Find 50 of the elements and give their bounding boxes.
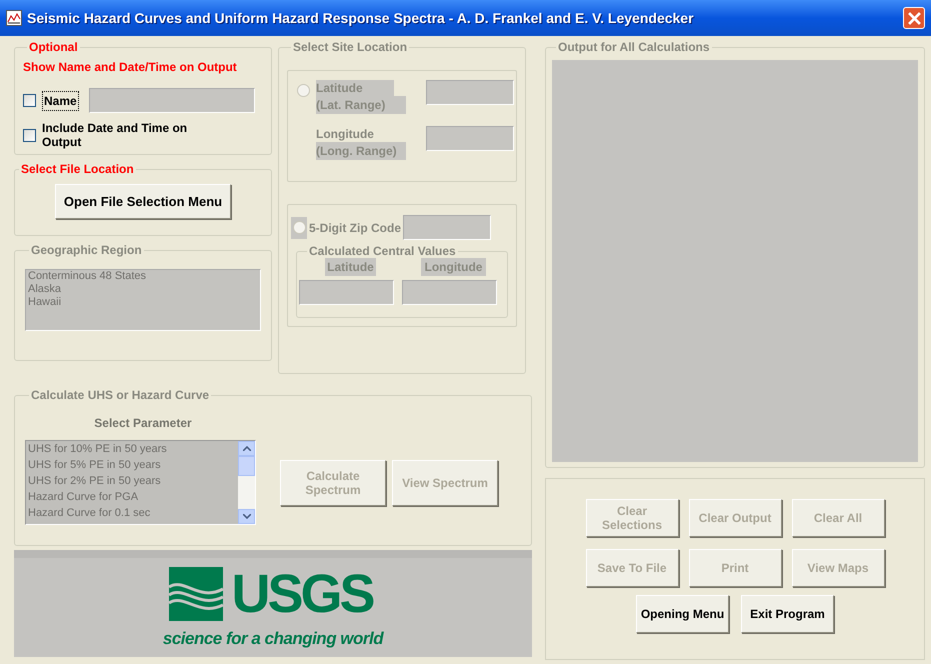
list-item[interactable]: Hazard Curve for PGA [28, 489, 236, 505]
list-item[interactable]: UHS for 5% PE in 50 years [28, 457, 236, 473]
field-label: (Long. Range) [316, 142, 406, 160]
region-list[interactable]: Conterminous 48 States Alaska Hawaii [25, 269, 261, 331]
group-title: Select File Location [20, 161, 135, 178]
list-heading: Select Parameter [94, 415, 192, 432]
field-label: Latitude [316, 80, 394, 96]
scroll-down-icon[interactable] [238, 509, 255, 524]
list-item[interactable]: Alaska [28, 283, 258, 296]
checkbox[interactable] [23, 94, 36, 107]
scroll-up-icon[interactable] [238, 441, 255, 456]
logo-wordmark: USGS [231, 564, 374, 624]
longitude-field[interactable] [426, 126, 514, 151]
list-item[interactable]: Hazard Curve for 0.1 sec [28, 505, 236, 521]
list-item[interactable]: UHS for 2% PE in 50 years [28, 473, 236, 489]
field-label: Longitude [316, 126, 375, 142]
window-title: Seismic Hazard Curves and Uniform Hazard Response Spectra - A. D. Frankel and E. V. Leyendecker [27, 8, 694, 28]
column-label: Latitude [325, 258, 376, 276]
scroll-bar[interactable] [238, 441, 255, 524]
list-item[interactable]: UHS for 10% PE in 50 years [28, 441, 236, 457]
checkbox-label: Include Date and Time on Output [42, 121, 188, 149]
field-label: (Lat. Range) [316, 96, 406, 114]
checkbox[interactable] [23, 129, 36, 142]
radio-button[interactable] [297, 84, 310, 97]
radio-label: 5-Digit Zip Code [309, 220, 401, 236]
button[interactable]: Open File Selection Menu [55, 184, 231, 219]
scroll-thumb[interactable] [238, 456, 255, 476]
group-title: Output for All Calculations [557, 39, 711, 56]
list-item[interactable]: Conterminous 48 States [28, 270, 258, 283]
chart-icon [6, 10, 22, 26]
group-title: Select Site Location [292, 39, 408, 56]
group-title: Calculated Central Values [308, 243, 457, 260]
waves-icon [169, 566, 224, 621]
group-title: Optional [28, 39, 79, 56]
instruction-text: Show Name and Date/Time on Output [23, 59, 238, 76]
close-icon [908, 12, 920, 24]
group-title: Calculate UHS or Hazard Curve [30, 387, 210, 404]
radio-button[interactable] [292, 221, 306, 234]
name-field[interactable] [88, 88, 255, 113]
button[interactable]: Opening Menu [636, 595, 729, 633]
list-item[interactable]: Hawaii [28, 296, 258, 309]
column-label: Longitude [420, 258, 486, 276]
latitude-field[interactable] [426, 80, 514, 105]
checkbox-label: Name [42, 90, 79, 110]
zip-code-field[interactable] [403, 215, 491, 240]
parameter-list[interactable]: UHS for 10% PE in 50 years UHS for 5% PE in 50 years UHS for 2% PE in 50 years Hazard Curve for PGA Hazard Curve for 0.1 sec [25, 440, 256, 525]
close-button[interactable] [903, 7, 925, 29]
group-title: Geographic Region [30, 242, 143, 259]
logo-tagline: science for a changing world [162, 628, 384, 650]
button[interactable]: Exit Program [741, 595, 834, 633]
